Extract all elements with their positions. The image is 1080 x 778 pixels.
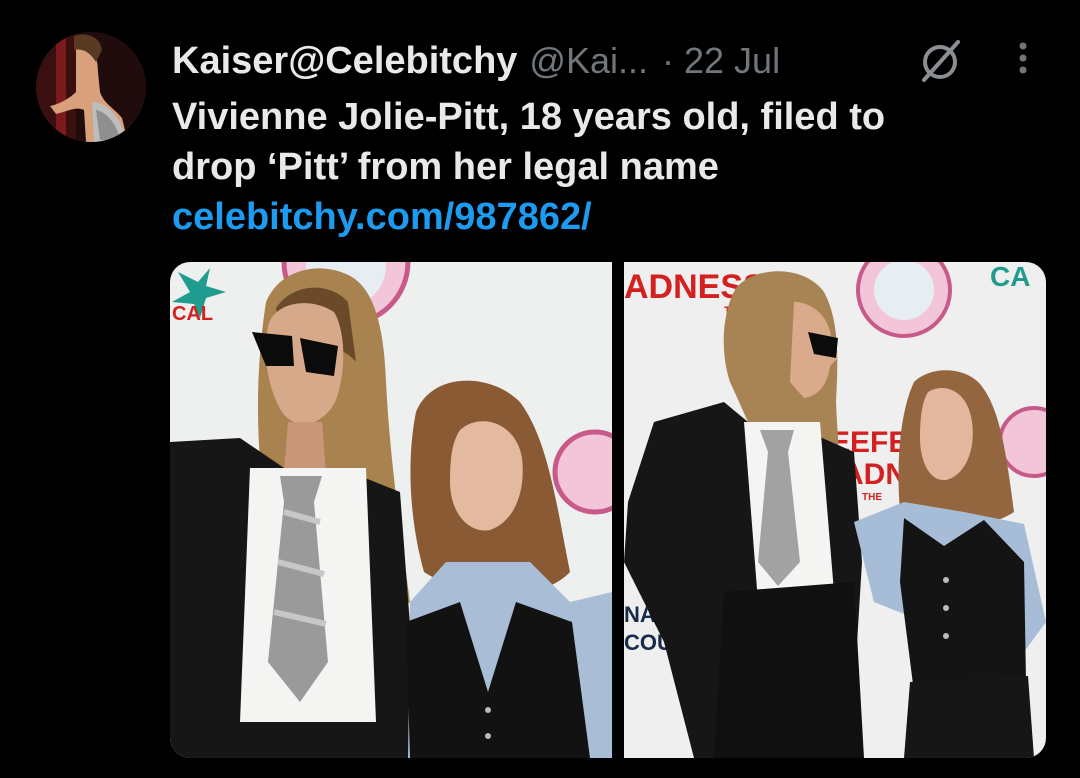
media-photo-left[interactable]: CAL bbox=[170, 262, 612, 758]
user-handle[interactable]: @Kai... bbox=[529, 40, 648, 82]
backdrop-sign-left: CAL bbox=[172, 303, 213, 325]
tweet-text-line-1: Vivienne Jolie-Pitt, 18 years old, filed… bbox=[172, 96, 886, 138]
separator-dot: · bbox=[662, 40, 675, 81]
tweet-text: Vivienne Jolie-Pitt, 18 years old, filed… bbox=[172, 92, 1032, 242]
media-photo-right[interactable]: ADNESS THE CA EEFER ADNESS THE NAB COU bbox=[624, 262, 1046, 758]
display-name[interactable]: Kaiser@Celebitchy bbox=[172, 40, 517, 83]
avatar-image bbox=[36, 32, 146, 142]
tweet[interactable]: Kaiser@Celebitchy @Kai... · 22 Jul Vivie… bbox=[0, 0, 1080, 778]
photo-right-image: ADNESS THE CA EEFER ADNESS THE NAB COU bbox=[624, 262, 1046, 758]
photo-left-image: CAL bbox=[170, 262, 612, 758]
media-grid: CAL ADNESS CA EEFER THE NAB COU bbox=[170, 262, 1046, 758]
more-icon[interactable] bbox=[1006, 38, 1040, 82]
grok-icon[interactable] bbox=[916, 36, 966, 86]
backdrop-sign-3: CA bbox=[990, 262, 1030, 292]
tweet-link[interactable]: celebitchy.com/987862/ bbox=[172, 192, 1032, 242]
avatar[interactable] bbox=[36, 32, 146, 142]
tweet-header: Kaiser@Celebitchy @Kai... · 22 Jul bbox=[172, 38, 780, 84]
tweet-text-line-2: drop ‘Pitt’ from her legal name bbox=[172, 146, 719, 188]
tweet-date[interactable]: 22 Jul bbox=[684, 40, 780, 82]
backdrop-sign-6: THE bbox=[862, 492, 882, 503]
